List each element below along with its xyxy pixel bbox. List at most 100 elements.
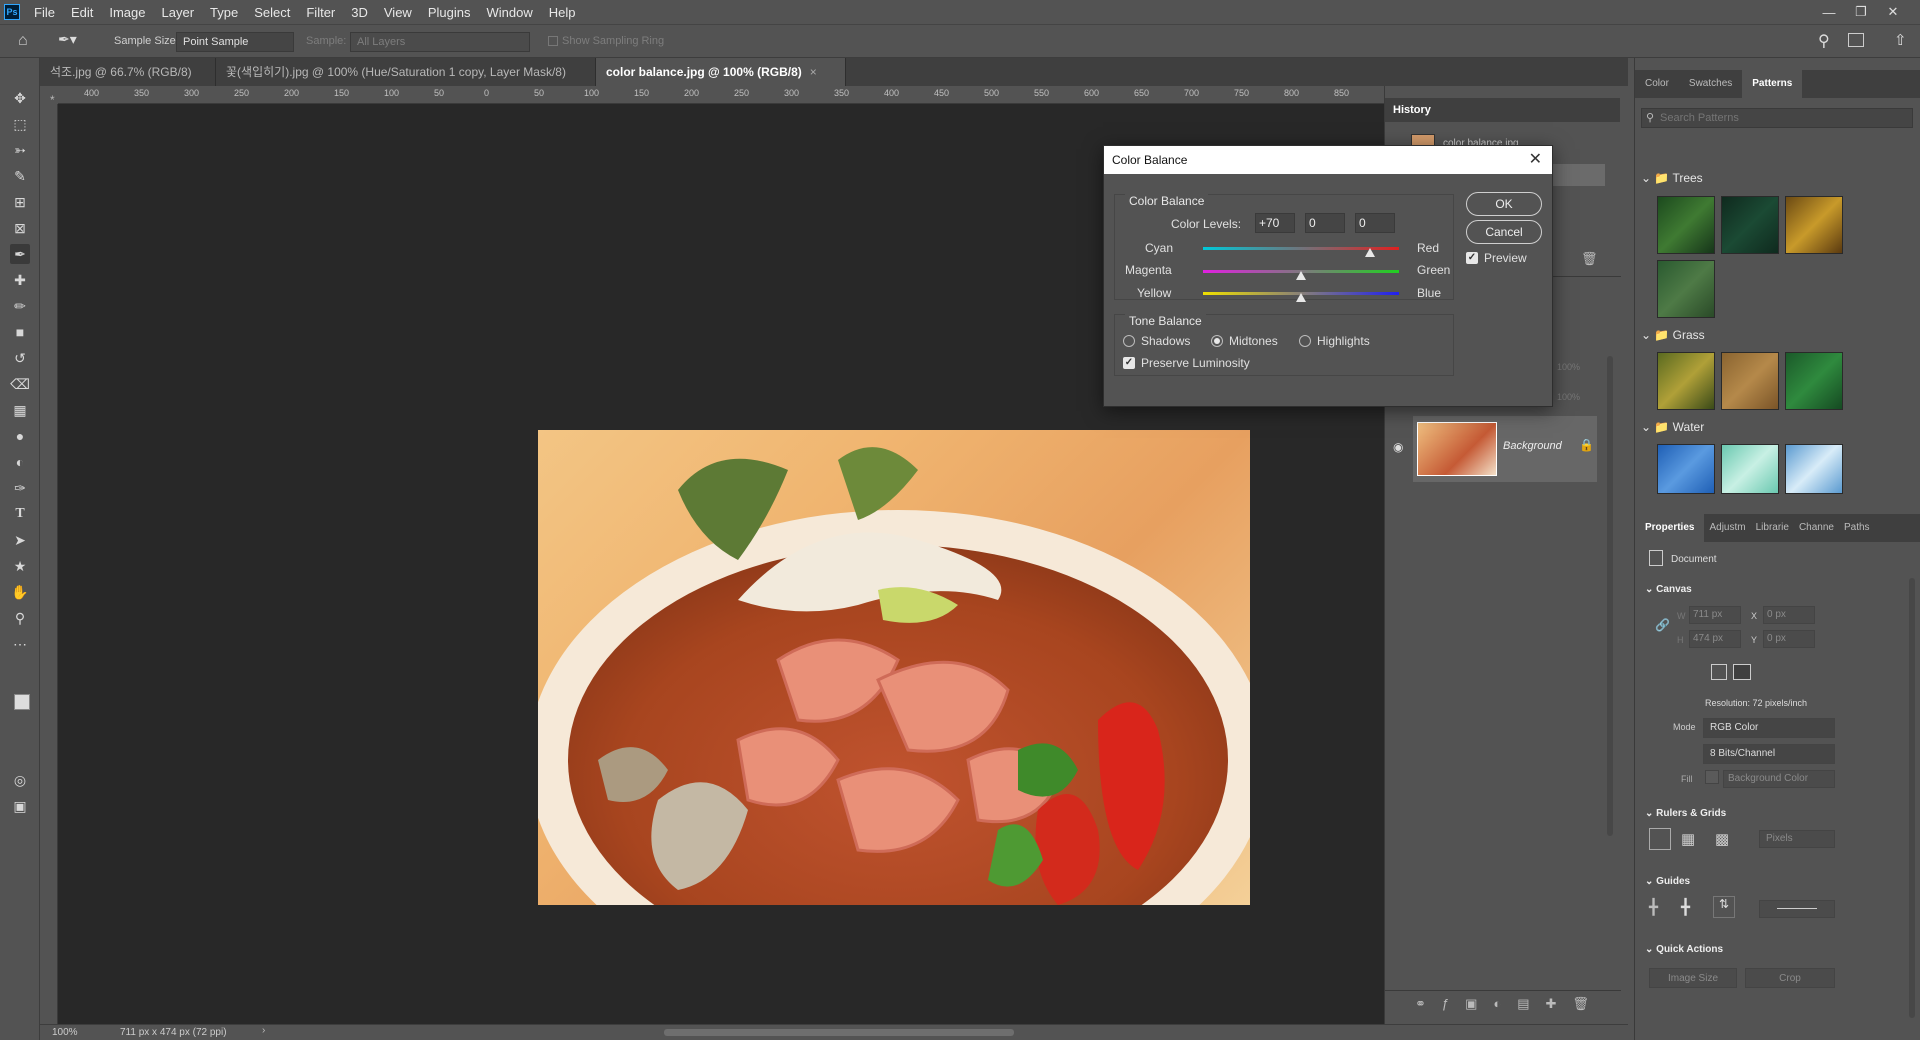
cancel-button[interactable]: Cancel <box>1466 220 1542 244</box>
pattern-group-water[interactable]: ⌄ 📁 Water <box>1641 420 1704 434</box>
share-icon[interactable]: ⇧ <box>1894 31 1907 49</box>
move-tool-icon[interactable]: ✥ <box>10 88 30 108</box>
pattern-swatch[interactable] <box>1657 352 1715 410</box>
clone-stamp-icon[interactable]: ■ <box>10 322 30 342</box>
fill-select[interactable]: Background Color <box>1723 770 1835 788</box>
portrait-icon[interactable] <box>1711 664 1727 680</box>
menu-3d[interactable]: 3D <box>343 5 376 20</box>
x-field[interactable]: 0 px <box>1763 606 1815 624</box>
shape-tool-icon[interactable]: ★ <box>10 556 30 576</box>
menu-layer[interactable]: Layer <box>154 5 203 20</box>
mode-select[interactable]: RGB Color <box>1703 718 1835 738</box>
dodge-tool-icon[interactable]: ◐ <box>10 452 30 472</box>
layer-name[interactable]: Background <box>1503 440 1562 452</box>
tab-adjustments[interactable]: Adjustm <box>1704 514 1750 542</box>
tab-color[interactable]: Color <box>1635 70 1679 98</box>
ruler-toggle-icon[interactable] <box>1649 828 1671 850</box>
status-arrow-icon[interactable]: › <box>262 1025 265 1036</box>
layer-row-background[interactable]: ◉ Background 🔒 <box>1393 416 1597 482</box>
tab-patterns[interactable]: Patterns <box>1742 70 1803 98</box>
type-tool-icon[interactable]: T <box>10 504 30 524</box>
pattern-swatch[interactable] <box>1657 444 1715 494</box>
crop-button[interactable]: Crop <box>1745 968 1835 988</box>
workspace-icon[interactable] <box>1848 33 1864 47</box>
preview-checkbox[interactable]: ✓ <box>1466 252 1478 264</box>
menu-edit[interactable]: Edit <box>63 5 101 20</box>
menu-window[interactable]: Window <box>478 5 540 20</box>
quick-mask-icon[interactable]: ◎ <box>10 770 30 790</box>
crop-tool-icon[interactable]: ⊞ <box>10 192 30 212</box>
properties-scrollbar[interactable] <box>1909 578 1915 1018</box>
home-icon[interactable]: ⌂ <box>18 32 38 52</box>
layer-lock-icon[interactable]: 🔒 <box>1579 438 1594 452</box>
hand-tool-icon[interactable]: ✋ <box>10 582 30 602</box>
magenta-green-level-input[interactable]: 0 <box>1305 213 1345 233</box>
pen-tool-icon[interactable]: ✑ <box>10 478 30 498</box>
magenta-green-slider-thumb[interactable] <box>1296 271 1306 280</box>
quick-actions-section-title[interactable]: ⌄ Quick Actions <box>1645 944 1723 955</box>
more-tools-icon[interactable]: ⋯ <box>10 634 30 654</box>
link-icon[interactable]: 🔗 <box>1655 618 1670 632</box>
layer-opacity-value[interactable]: 100% <box>1557 362 1580 372</box>
pattern-swatch[interactable] <box>1721 352 1779 410</box>
eyedropper-tool-icon[interactable]: ✒ <box>10 244 30 264</box>
shadows-radio[interactable] <box>1123 335 1135 347</box>
cyan-red-slider-thumb[interactable] <box>1364 248 1375 257</box>
pattern-swatch[interactable] <box>1657 260 1715 318</box>
close-tab-icon[interactable]: × <box>810 65 817 79</box>
fill-swatch[interactable] <box>1705 770 1719 784</box>
layers-footer-icons[interactable]: ⚭ƒ▣◐▤✚🗑 <box>1415 996 1605 1012</box>
tab-doc-2[interactable]: 꽃(색입히기).jpg @ 100% (Hue/Saturation 1 cop… <box>216 58 596 107</box>
path-select-icon[interactable]: ➤ <box>10 530 30 550</box>
zoom-tool-icon[interactable]: ⚲ <box>10 608 30 628</box>
search-patterns-input[interactable] <box>1660 110 1906 126</box>
brush-tool-icon[interactable]: ✏ <box>10 296 30 316</box>
pattern-group-trees[interactable]: ⌄ 📁 Trees <box>1641 171 1703 185</box>
y-field[interactable]: 0 px <box>1763 630 1815 648</box>
tab-libraries[interactable]: Librarie <box>1751 514 1794 542</box>
shadows-label[interactable]: Shadows <box>1141 334 1190 348</box>
frame-tool-icon[interactable]: ⊠ <box>10 218 30 238</box>
tab-doc-3[interactable]: color balance.jpg @ 100% (RGB/8) × <box>596 58 846 86</box>
tab-doc-1[interactable]: 석조.jpg @ 66.7% (RGB/8) *× <box>40 58 216 107</box>
menu-view[interactable]: View <box>376 5 420 20</box>
grid-icon[interactable]: ▦ <box>1681 830 1695 848</box>
units-select[interactable]: Pixels <box>1759 830 1835 848</box>
bit-depth-select[interactable]: 8 Bits/Channel <box>1703 744 1835 764</box>
layer-fill-value[interactable]: 100% <box>1557 392 1580 402</box>
canvas-section-title[interactable]: ⌄ Canvas <box>1645 584 1692 595</box>
menu-image[interactable]: Image <box>101 5 153 20</box>
delete-state-icon[interactable]: 🗑 <box>1581 251 1598 267</box>
screen-mode-icon[interactable]: ▣ <box>10 796 30 816</box>
guides-section-title[interactable]: ⌄ Guides <box>1645 876 1690 887</box>
yellow-blue-slider-thumb[interactable] <box>1296 293 1306 302</box>
lasso-tool-icon[interactable]: ➳ <box>10 140 30 160</box>
midtones-label[interactable]: Midtones <box>1229 334 1278 348</box>
zoom-level[interactable]: 100% <box>52 1027 78 1038</box>
menu-help[interactable]: Help <box>541 5 584 20</box>
height-field[interactable]: 474 px <box>1689 630 1741 648</box>
highlights-radio[interactable] <box>1299 335 1311 347</box>
menu-filter[interactable]: Filter <box>298 5 343 20</box>
pattern-swatch[interactable] <box>1785 196 1843 254</box>
sample-size-select[interactable]: Point Sample <box>176 32 294 52</box>
sample-select[interactable]: All Layers <box>350 32 530 52</box>
restore-icon[interactable]: ❐ <box>1846 0 1876 24</box>
new-guide-icon[interactable]: ╋ <box>1681 898 1690 916</box>
tab-channels[interactable]: Channe <box>1794 514 1839 542</box>
yellow-blue-level-input[interactable]: 0 <box>1355 213 1395 233</box>
eraser-tool-icon[interactable]: ⌫ <box>10 374 30 394</box>
eyedropper-tool-preset-icon[interactable]: ✒▾ <box>58 31 88 51</box>
pattern-group-grass[interactable]: ⌄ 📁 Grass <box>1641 328 1705 342</box>
width-field[interactable]: 711 px <box>1689 606 1741 624</box>
menu-plugins[interactable]: Plugins <box>420 5 479 20</box>
close-window-icon[interactable]: ✕ <box>1878 0 1908 24</box>
highlights-label[interactable]: Highlights <box>1317 334 1370 348</box>
midtones-radio[interactable] <box>1211 335 1223 347</box>
history-brush-icon[interactable]: ↺ <box>10 348 30 368</box>
horizontal-scrollbar[interactable] <box>664 1029 1014 1036</box>
pattern-swatch[interactable] <box>1721 196 1779 254</box>
quick-select-tool-icon[interactable]: ✎ <box>10 166 30 186</box>
preserve-luminosity-checkbox[interactable]: ✓ <box>1123 357 1135 369</box>
tab-properties[interactable]: Properties <box>1635 514 1705 542</box>
